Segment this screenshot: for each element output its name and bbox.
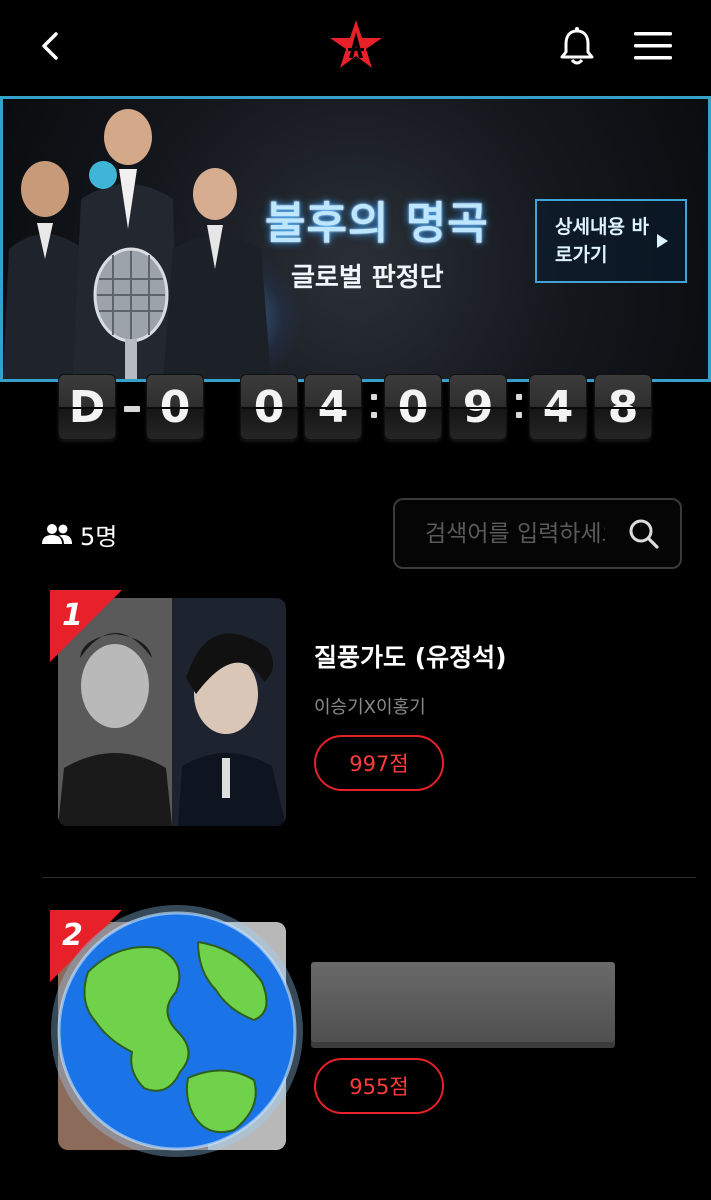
countdown-colon (515, 392, 523, 422)
banner-detail-label: 상세내용 바로가기 (555, 216, 650, 266)
countdown-dash (124, 406, 140, 412)
rank-number: 1 (62, 598, 83, 633)
redacted-title-block (311, 962, 615, 1042)
song-title: 질풍가도 (유정석) (314, 643, 507, 672)
rank-badge: 1 (50, 590, 122, 662)
countdown-hours-ones: 4 (304, 374, 362, 440)
countdown-seconds-tens: 4 (529, 374, 587, 440)
red-star-a-logo[interactable] (328, 18, 384, 74)
artist-name: 이승기X이홍기 (314, 697, 426, 718)
countdown-minutes-tens: 0 (384, 374, 442, 440)
banner-title: 불후의 명곡 (265, 198, 489, 249)
countdown-colon (370, 392, 378, 422)
search-icon[interactable] (628, 518, 660, 550)
search-input[interactable] (425, 520, 605, 547)
score-badge: 955점 (314, 1058, 444, 1114)
top-bar (0, 0, 711, 96)
countdown-days: 0 (146, 374, 204, 440)
list-item[interactable]: 1 질풍가도 (유정석) 이승기X이홍기 997점 (0, 590, 711, 830)
score-badge: 997점 (314, 735, 444, 791)
countdown-minutes-ones: 9 (449, 374, 507, 440)
search-box[interactable] (393, 498, 682, 569)
countdown-hours-tens: 0 (240, 374, 298, 440)
countdown-seconds-ones: 8 (594, 374, 652, 440)
countdown-timer: D 0 0 4 0 9 4 8 (58, 374, 658, 442)
hosts-photo (3, 109, 271, 379)
banner-detail-button[interactable]: 상세내용 바로가기 (535, 199, 687, 283)
banner-subtitle: 글로벌 판정단 (291, 263, 444, 293)
participant-count-label: 5명 (80, 522, 118, 551)
participant-count: 5명 (42, 518, 118, 551)
bell-icon[interactable] (556, 26, 598, 68)
play-arrow-icon (657, 234, 668, 248)
chevron-left-icon[interactable] (34, 28, 70, 64)
rank-flag-shape (50, 590, 122, 662)
hamburger-menu-icon[interactable] (632, 28, 674, 64)
event-banner[interactable]: 불후의 명곡 글로벌 판정단 상세내용 바로가기 (0, 96, 711, 382)
globe-icon (51, 905, 303, 1157)
list-item[interactable]: 2 955점 (0, 905, 711, 1160)
list-divider (42, 877, 696, 878)
people-icon (42, 524, 72, 544)
countdown-day-prefix: D (58, 374, 116, 440)
